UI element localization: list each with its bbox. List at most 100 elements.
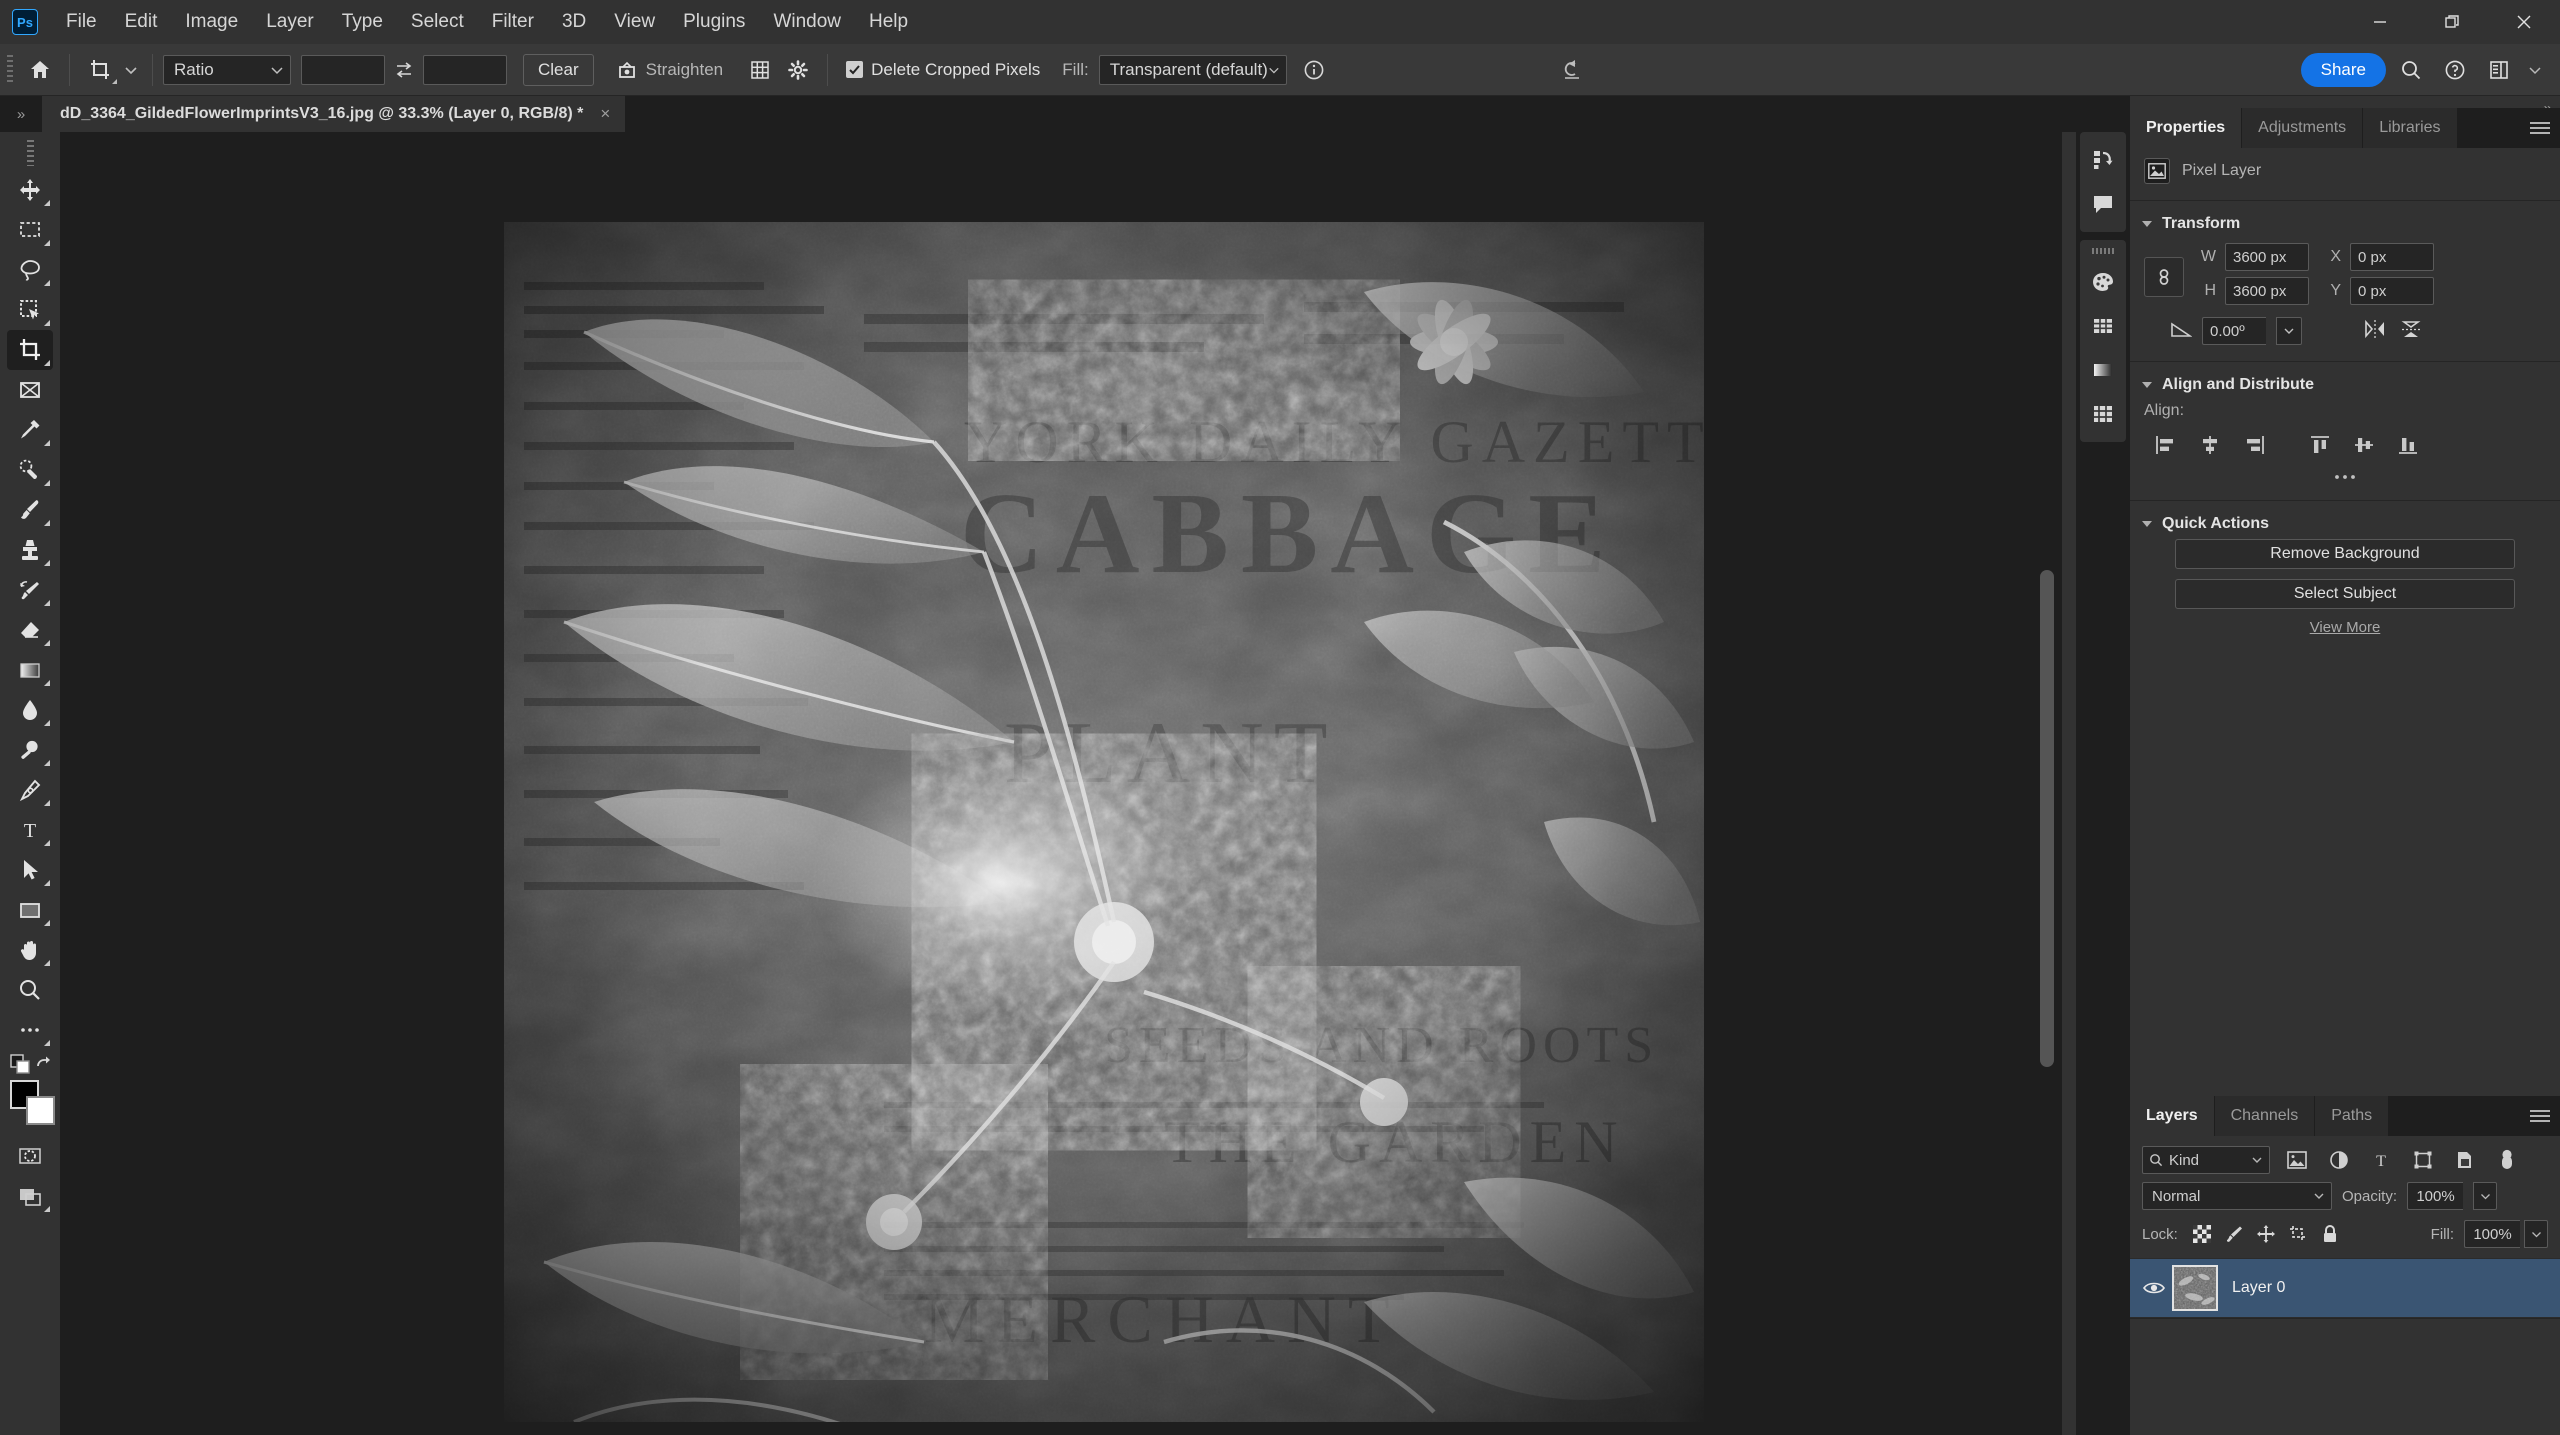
tab-layers[interactable]: Layers (2130, 1096, 2215, 1136)
rail-grip[interactable] (2092, 248, 2114, 254)
share-button[interactable]: Share (2301, 53, 2386, 87)
height-input[interactable]: 3600 px (2225, 277, 2309, 305)
crop-preset-chevron-icon[interactable] (120, 65, 142, 75)
lock-all-icon[interactable] (2316, 1221, 2344, 1247)
menu-image[interactable]: Image (171, 0, 252, 44)
menu-3d[interactable]: 3D (548, 0, 600, 44)
ratio-select[interactable]: Ratio (163, 55, 291, 85)
home-icon[interactable] (21, 51, 59, 89)
toolbar-grip[interactable] (27, 140, 34, 166)
menu-window[interactable]: Window (759, 0, 855, 44)
layer-visibility-toggle[interactable] (2136, 1280, 2172, 1296)
path-selection-tool[interactable] (7, 850, 53, 890)
select-subject-button[interactable]: Select Subject (2175, 579, 2515, 609)
history-brush-tool[interactable] (7, 570, 53, 610)
tab-properties[interactable]: Properties (2130, 108, 2242, 148)
edit-toolbar-button[interactable] (7, 1010, 53, 1050)
x-input[interactable]: 0 px (2350, 243, 2434, 271)
rotation-chevron-icon[interactable] (2276, 317, 2302, 345)
crop-tool[interactable] (7, 330, 53, 370)
tab-paths[interactable]: Paths (2315, 1096, 2389, 1136)
gradients-icon[interactable] (2080, 348, 2126, 392)
delete-cropped-pixels-checkbox[interactable]: Delete Cropped Pixels (846, 60, 1040, 80)
zoom-tool[interactable] (7, 970, 53, 1010)
color-swatches[interactable] (7, 1080, 53, 1128)
close-icon[interactable]: × (597, 104, 613, 124)
fill-chevron-icon[interactable] (2524, 1220, 2548, 1248)
type-filter-icon[interactable]: T (2366, 1146, 2396, 1174)
reset-rotate-icon[interactable] (1553, 51, 1591, 89)
swatches-icon[interactable] (2080, 304, 2126, 348)
menu-help[interactable]: Help (855, 0, 922, 44)
spot-healing-brush-tool[interactable] (7, 450, 53, 490)
history-icon[interactable] (2080, 138, 2126, 182)
straighten-label[interactable]: Straighten (646, 60, 724, 80)
swap-arrows-icon[interactable] (385, 51, 423, 89)
type-tool[interactable]: T (7, 810, 53, 850)
search-icon[interactable] (2392, 51, 2430, 89)
background-color-swatch[interactable] (26, 1096, 55, 1125)
align-right-icon[interactable] (2232, 428, 2276, 462)
color-palette-icon[interactable] (2080, 260, 2126, 304)
menu-select[interactable]: Select (397, 0, 478, 44)
crop-width-input[interactable] (301, 55, 385, 85)
remove-background-button[interactable]: Remove Background (2175, 539, 2515, 569)
smart-object-filter-icon[interactable] (2450, 1146, 2480, 1174)
rotation-input[interactable]: 0.00º (2202, 317, 2266, 345)
align-more-button[interactable] (2130, 468, 2560, 494)
grid-overlay-icon[interactable] (741, 51, 779, 89)
blur-tool[interactable] (7, 690, 53, 730)
scrollbar-thumb[interactable] (2040, 570, 2054, 1067)
workspace-chevron-icon[interactable] (2524, 65, 2546, 75)
collapse-panel-icon[interactable]: » (0, 96, 42, 132)
fill-select[interactable]: Transparent (default) (1099, 55, 1287, 85)
patterns-icon[interactable] (2080, 392, 2126, 436)
brush-tool[interactable] (7, 490, 53, 530)
hand-tool[interactable] (7, 930, 53, 970)
quick-actions-section-header[interactable]: Quick Actions (2130, 507, 2560, 539)
gear-icon[interactable] (779, 51, 817, 89)
properties-panel-menu-button[interactable] (2530, 108, 2550, 148)
canvas-area[interactable]: YORK DAILY GAZETTE CABBAGE PLANT SEEDS A… (60, 132, 2062, 1435)
lock-position-icon[interactable] (2252, 1221, 2280, 1247)
minimize-button[interactable] (2344, 0, 2416, 44)
artboard[interactable]: YORK DAILY GAZETTE CABBAGE PLANT SEEDS A… (504, 222, 1704, 1422)
adjustment-filter-icon[interactable] (2324, 1146, 2354, 1174)
menu-file[interactable]: File (52, 0, 111, 44)
object-selection-tool[interactable] (7, 290, 53, 330)
crop-tool-icon[interactable] (80, 51, 120, 89)
y-input[interactable]: 0 px (2350, 277, 2434, 305)
link-chain-icon[interactable] (2144, 257, 2184, 297)
lock-artboard-nesting-icon[interactable] (2284, 1221, 2312, 1247)
clear-button[interactable]: Clear (523, 54, 594, 86)
options-bar-grip[interactable] (7, 55, 13, 85)
help-circle-icon[interactable] (2436, 51, 2474, 89)
quick-mask-button[interactable] (7, 1136, 53, 1176)
menu-filter[interactable]: Filter (478, 0, 548, 44)
align-section-header[interactable]: Align and Distribute (2130, 368, 2560, 400)
straighten-icon[interactable] (608, 51, 646, 89)
filter-toggle-icon[interactable] (2492, 1146, 2522, 1174)
opacity-input[interactable]: 100% (2407, 1182, 2463, 1210)
tab-channels[interactable]: Channels (2215, 1096, 2316, 1136)
align-top-icon[interactable] (2298, 428, 2342, 462)
blend-mode-select[interactable]: Normal (2142, 1182, 2332, 1210)
align-vertical-center-icon[interactable] (2342, 428, 2386, 462)
table-row[interactable]: Layer 0 (2130, 1258, 2560, 1318)
dodge-tool[interactable] (7, 730, 53, 770)
lasso-tool[interactable] (7, 250, 53, 290)
info-icon[interactable] (1295, 51, 1333, 89)
crop-height-input[interactable] (423, 55, 507, 85)
maximize-button[interactable] (2416, 0, 2488, 44)
move-tool[interactable] (7, 170, 53, 210)
pixel-filter-icon[interactable] (2282, 1146, 2312, 1174)
close-button[interactable] (2488, 0, 2560, 44)
menu-view[interactable]: View (600, 0, 669, 44)
align-left-icon[interactable] (2144, 428, 2188, 462)
width-input[interactable]: 3600 px (2225, 243, 2309, 271)
view-more-link[interactable]: View More (2130, 619, 2560, 646)
clone-stamp-tool[interactable] (7, 530, 53, 570)
transform-section-header[interactable]: Transform (2130, 207, 2560, 239)
shape-filter-icon[interactable] (2408, 1146, 2438, 1174)
comment-icon[interactable] (2080, 182, 2126, 226)
